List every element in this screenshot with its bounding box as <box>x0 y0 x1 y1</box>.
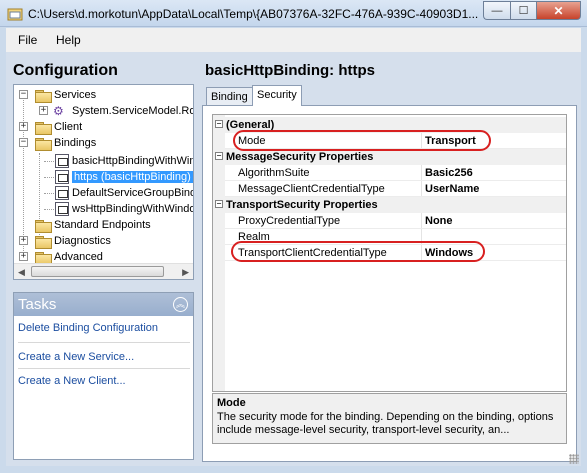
expand-icon[interactable]: + <box>39 106 48 115</box>
expand-icon[interactable]: + <box>19 122 28 131</box>
configuration-header: Configuration <box>13 62 118 79</box>
create-new-service-link[interactable]: Create a New Service... <box>18 351 134 363</box>
folder-icon <box>35 137 52 151</box>
tree-item-binding-basic-windows-auth[interactable]: basicHttpBindingWithWindowsAuth <box>55 153 193 169</box>
property-algorithm-suite[interactable]: AlgorithmSuite Basic256 <box>213 165 566 181</box>
scroll-right-icon[interactable]: ▶ <box>182 267 189 278</box>
collapse-chevron-icon[interactable]: ︽ <box>173 297 188 312</box>
delete-binding-configuration-link[interactable]: Delete Binding Configuration <box>18 322 158 334</box>
property-name: AlgorithmSuite <box>238 167 310 179</box>
category-message-security[interactable]: − MessageSecurity Properties <box>213 149 566 165</box>
title-bar: C:\Users\d.morkotun\AppData\Local\Temp\{… <box>0 0 587 27</box>
collapse-icon[interactable]: − <box>215 120 223 128</box>
tree-item-binding-ws-windows-auth[interactable]: wsHttpBindingWithWindowsAuth <box>55 201 193 217</box>
scroll-left-icon[interactable]: ◀ <box>18 267 25 278</box>
menu-file[interactable]: File <box>18 33 37 47</box>
scroll-thumb[interactable] <box>31 266 164 277</box>
tree-item-diagnostics[interactable]: + Diagnostics <box>19 233 111 249</box>
highlight-oval-mode <box>233 130 491 151</box>
category-transport-security[interactable]: − TransportSecurity Properties <box>213 197 566 213</box>
binding-icon <box>55 186 69 200</box>
collapse-icon[interactable]: − <box>19 138 28 147</box>
close-icon: ✕ <box>553 3 564 18</box>
create-new-client-link[interactable]: Create a New Client... <box>18 375 126 387</box>
configuration-tree[interactable]: − Services + ⚙ System.ServiceModel.Routi… <box>13 84 194 280</box>
description-text: The security mode for the binding. Depen… <box>217 411 554 436</box>
tree-item-routing-service[interactable]: + ⚙ System.ServiceModel.Routing.RoutingS… <box>39 103 193 119</box>
folder-icon <box>35 251 52 265</box>
folder-icon <box>35 89 52 103</box>
window-title: C:\Users\d.morkotun\AppData\Local\Temp\{… <box>28 7 479 21</box>
property-value[interactable]: UserName <box>425 183 479 195</box>
folder-icon <box>35 235 52 249</box>
resize-grip-icon[interactable] <box>569 454 579 464</box>
tree-item-standard-endpoints[interactable]: Standard Endpoints <box>35 217 151 233</box>
expand-icon[interactable]: + <box>19 252 28 261</box>
collapse-icon[interactable]: − <box>19 90 28 99</box>
property-proxy-credential-type[interactable]: ProxyCredentialType None <box>213 213 566 229</box>
property-name: ProxyCredentialType <box>238 215 341 227</box>
tree-item-binding-https[interactable]: https (basicHttpBinding) <box>55 169 193 185</box>
tree-item-binding-default-service-group[interactable]: DefaultServiceGroupBinding <box>55 185 193 201</box>
property-message-client-credential-type[interactable]: MessageClientCredentialType UserName <box>213 181 566 197</box>
maximize-icon: ☐ <box>518 5 529 17</box>
folder-window-icon <box>7 8 23 21</box>
folder-icon <box>35 121 52 135</box>
property-value[interactable]: Basic256 <box>425 167 473 179</box>
close-button[interactable]: ✕ <box>536 1 581 20</box>
tab-binding[interactable]: Binding <box>206 87 253 106</box>
service-gear-icon: ⚙ <box>53 104 64 118</box>
property-name: MessageClientCredentialType <box>238 183 385 195</box>
tree-item-services[interactable]: − Services <box>19 87 96 103</box>
minimize-button[interactable]: — <box>483 1 510 20</box>
maximize-button[interactable]: ☐ <box>510 1 536 20</box>
expand-icon[interactable]: + <box>19 236 28 245</box>
tree-item-client[interactable]: + Client <box>19 119 82 135</box>
tasks-header: Tasks ︽ <box>14 293 193 316</box>
tree-horizontal-scrollbar[interactable]: ◀ ▶ <box>14 263 193 279</box>
menu-help[interactable]: Help <box>56 33 81 47</box>
tree-item-bindings[interactable]: − Bindings <box>19 135 96 151</box>
description-title: Mode <box>217 397 246 409</box>
tasks-panel: Tasks ︽ Delete Binding Configuration Cre… <box>13 292 194 460</box>
minimize-icon: — <box>491 4 503 17</box>
description-panel: Mode The security mode for the binding. … <box>212 393 567 444</box>
menu-bar: File Help <box>6 28 581 52</box>
tasks-title: Tasks <box>18 296 57 313</box>
collapse-icon[interactable]: − <box>215 152 223 160</box>
highlight-oval-transport-credential <box>231 241 485 262</box>
property-value[interactable]: None <box>425 215 453 227</box>
tab-security[interactable]: Security <box>252 85 302 106</box>
collapse-icon[interactable]: − <box>215 200 223 208</box>
binding-icon <box>55 170 69 184</box>
folder-icon <box>35 219 52 233</box>
binding-icon <box>55 154 69 168</box>
property-grid[interactable]: − (General) Mode Transport − MessageSecu… <box>212 114 567 392</box>
binding-header: basicHttpBinding: https <box>205 62 375 79</box>
binding-icon <box>55 202 69 216</box>
